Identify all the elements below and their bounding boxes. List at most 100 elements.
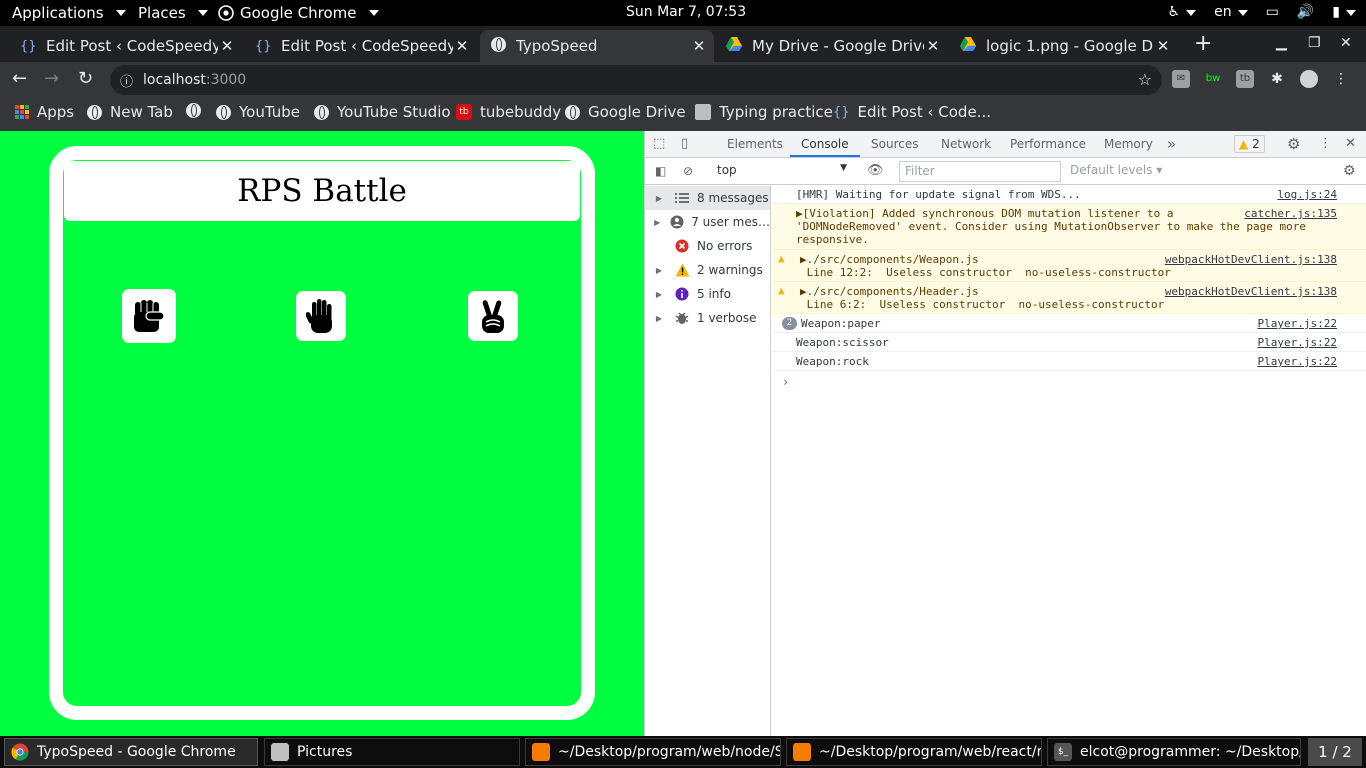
applications-menu[interactable]: Applications [12,4,126,22]
sidebar-toggle-icon[interactable]: ◧ [655,158,666,184]
expand-arrow-icon: ▶ [655,289,663,299]
taskbar-item-sublime-node[interactable]: ~/Desktop/program/web/node/S... [525,738,781,766]
source-link[interactable]: webpackHotDevClient.js:138 [1165,285,1337,298]
maximize-icon[interactable]: ❐ [1308,35,1321,51]
info-icon [673,287,691,301]
sidebar-item-info[interactable]: ▶ 5 info [645,282,770,306]
chevron-down-icon [197,10,208,16]
filter-input[interactable]: Filter [899,161,1061,182]
console-message-violation[interactable]: ▶[Violation] Added synchronous DOM mutat… [772,204,1366,250]
source-link[interactable]: Player.js:22 [1258,336,1337,349]
console-message-warning[interactable]: ▲ ▶./src/components/Header.js Line 6:2: … [772,282,1366,314]
expand-arrow-icon: ▶ [654,217,661,227]
tab-logic-png[interactable]: logic 1.png - Google Drive ✕ [950,30,1178,62]
tab-my-drive[interactable]: My Drive - Google Drive ✕ [716,30,948,62]
expand-arrow-icon: ▶ [655,265,663,275]
source-link[interactable]: Player.js:22 [1258,317,1337,330]
gear-icon[interactable]: ⚙ [1287,131,1300,157]
forward-arrow-icon[interactable]: → [44,68,59,89]
bookmark-google-drive[interactable]: Google Drive [565,103,686,121]
close-icon[interactable]: ✕ [924,37,942,55]
window-close-icon[interactable]: ✕ [1340,35,1352,51]
gear-icon[interactable]: ⚙ [1343,158,1356,184]
sidebar-item-warnings[interactable]: ▶ 2 warnings [645,258,770,282]
close-icon[interactable]: ✕ [453,37,471,55]
clock[interactable]: Sun Mar 7, 07:53 [626,4,746,20]
eye-icon[interactable]: 👁 [867,158,884,184]
source-link[interactable]: log.js:24 [1277,188,1337,201]
new-tab-plus-icon[interactable]: + [1194,31,1212,56]
tab-memory[interactable]: Memory [1104,137,1153,151]
source-link[interactable]: Player.js:22 [1258,355,1337,368]
source-link[interactable]: catcher.js:135 [1244,207,1337,220]
source-link[interactable]: webpackHotDevClient.js:138 [1165,253,1337,266]
tab-elements[interactable]: Elements [727,137,783,151]
sidebar-item-verbose[interactable]: ▶ 1 verbose [645,306,770,330]
warning-icon: ▲ [778,284,785,297]
kebab-menu-icon[interactable]: ⋮ [1319,131,1332,157]
bookmark-youtube-studio[interactable]: YouTube Studio [314,103,451,121]
workspace-pager[interactable]: 1 / 2 [1308,738,1362,766]
extension-mail-icon[interactable]: ✉ [1172,70,1190,88]
extension-bw-icon[interactable]: bw [1204,70,1222,88]
close-icon[interactable]: ✕ [1154,37,1172,55]
puzzle-icon[interactable]: ✱ [1268,70,1286,88]
reload-icon[interactable]: ↻ [78,68,93,89]
accessibility-icon[interactable]: ♿ [1168,4,1197,20]
network-icon[interactable]: ▭ [1266,4,1279,20]
taskbar-item-sublime-react[interactable]: ~/Desktop/program/web/react/rp... [786,738,1042,766]
taskbar-item-terminal[interactable]: $_ elcot@programmer: ~/Desktop/p... [1047,738,1301,766]
sidebar-item-messages[interactable]: ▶ 8 messages [645,186,770,210]
devtools-panel: ⬚ ▯ Elements Console Sources Network Per… [644,131,1366,736]
volume-icon[interactable]: 🔊 [1297,4,1314,20]
sublime-icon [532,743,550,761]
avatar[interactable] [1300,70,1318,88]
sidebar-item-errors[interactable]: No errors [645,234,770,258]
close-icon[interactable]: ✕ [690,37,708,55]
bookmark-globe[interactable] [186,103,201,118]
taskbar-item-pictures[interactable]: Pictures [264,738,520,766]
scissor-button[interactable] [468,291,518,341]
paper-button[interactable] [296,291,346,341]
tab-sources[interactable]: Sources [871,137,918,151]
sidebar-item-user-messages[interactable]: ▶ 7 user mes… [645,210,770,234]
extension-tb-icon[interactable]: tb [1236,70,1254,88]
kebab-menu-icon[interactable]: ⋮ [1332,70,1350,88]
battery-icon[interactable]: ▮ [1332,4,1356,20]
bookmark-typing-practice[interactable]: Typing practice [695,103,833,121]
levels-select[interactable]: Default levels ▾ [1070,163,1162,177]
close-icon[interactable]: ✕ [1345,131,1356,157]
context-select[interactable]: top ▼ [717,163,847,177]
tab-edit-post-2[interactable]: {} Edit Post ‹ CodeSpeedy — ✕ [245,30,477,62]
bookmark-tubebuddy[interactable]: tb tubebuddy [456,103,561,121]
tab-edit-post-1[interactable]: {} Edit Post ‹ CodeSpeedy — ✕ [10,30,242,62]
bookmark-apps[interactable]: Apps [15,103,74,121]
warning-count-badge[interactable]: ▲ 2 [1234,135,1265,153]
bookmark-star-icon[interactable]: ☆ [1138,70,1152,89]
close-icon[interactable]: ✕ [218,37,236,55]
back-arrow-icon[interactable]: ← [12,68,27,89]
device-toolbar-icon[interactable]: ▯ [681,131,688,157]
bookmark-youtube[interactable]: YouTube [216,103,300,121]
tab-performance[interactable]: Performance [1010,137,1086,151]
bookmark-edit-post[interactable]: {} Edit Post ‹ Code... [833,103,991,121]
clear-console-icon[interactable]: ⊘ [683,158,693,184]
minimize-icon[interactable]: ▁ [1276,35,1287,51]
bookmark-new-tab[interactable]: New Tab [87,103,173,121]
tab-console[interactable]: Console [801,137,849,151]
console-sidebar: ▶ 8 messages ▶ 7 user mes… No errors ▶ 2… [645,185,771,736]
taskbar-item-chrome[interactable]: TypoSpeed - Google Chrome [4,738,258,766]
console-prompt-chevron-icon[interactable]: › [782,375,789,389]
address-bar[interactable]: ⓘ localhost:3000 ☆ [110,65,1162,95]
language-indicator[interactable]: en [1214,4,1248,20]
more-tabs-icon[interactable]: » [1167,131,1176,157]
rock-button[interactable] [122,289,176,343]
places-menu[interactable]: Places [138,4,208,22]
console-message-warning[interactable]: ▲ ▶./src/components/Weapon.js Line 12:2:… [772,250,1366,282]
globe-icon [565,104,580,120]
tab-typospeed[interactable]: TypoSpeed ✕ [480,30,714,62]
chrome-app-menu[interactable]: Google Chrome [218,4,379,22]
inspect-element-icon[interactable]: ⬚ [653,131,665,157]
info-icon[interactable]: ⓘ [120,71,133,90]
tab-network[interactable]: Network [941,137,991,151]
